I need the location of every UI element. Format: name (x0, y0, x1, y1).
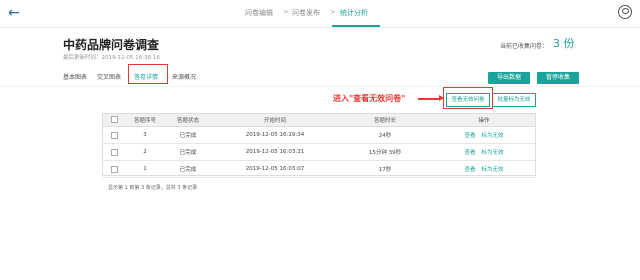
survey-title: 中药品牌问卷调查 (63, 38, 160, 52)
table-row: 2 已完成 2019-12-05 16:03:31 15分钟 39秒 查看 标为无… (102, 143, 536, 161)
col-header-duration: 答题时长 (338, 113, 432, 127)
annotation-arrow-icon (418, 95, 444, 101)
highlight-box-tab (128, 64, 168, 84)
table-header-row: 答题序号 答题状态 开始时间 答题时长 操作 (102, 113, 536, 127)
user-avatar-icon[interactable] (618, 5, 632, 19)
step-edit[interactable]: 问卷编辑 (245, 8, 273, 18)
col-header-actions: 操作 (432, 113, 536, 127)
step-analysis[interactable]: 统计分析 (340, 8, 368, 18)
table-row: 1 已完成 2019-12-05 16:03:07 17秒 查看 标为无效 (102, 160, 536, 178)
col-header-no: 答题序号 (126, 113, 164, 127)
step-separator: > (330, 8, 336, 16)
view-link[interactable]: 查看 (464, 167, 475, 173)
tab-cross-charts[interactable]: 交叉图表 (97, 72, 121, 81)
mark-invalid-link[interactable]: 标为无效 (482, 133, 504, 139)
top-nav-bar: ← 问卷编辑 > 问卷发布 > 统计分析 (0, 0, 640, 28)
tab-basic-charts[interactable]: 基本图表 (63, 72, 87, 81)
cell-duration: 24秒 (338, 126, 432, 144)
collected-label: 当前已收集问卷： (500, 43, 549, 50)
cell-start: 2019-12-05 16:19:34 (212, 126, 338, 144)
mark-invalid-link[interactable]: 标为无效 (482, 167, 504, 173)
cell-duration: 15分钟 39秒 (338, 143, 432, 161)
cell-no: 3 (126, 126, 164, 144)
select-all-checkbox[interactable] (110, 116, 118, 123)
pause-collection-button[interactable]: 暂停收集 (537, 72, 579, 84)
export-data-button[interactable]: 导出数据 (488, 72, 530, 84)
mark-invalid-link[interactable]: 标为无效 (482, 150, 504, 156)
view-link[interactable]: 查看 (464, 150, 475, 156)
active-step-indicator (332, 25, 380, 27)
col-header-start: 开始时间 (212, 113, 338, 127)
cell-no: 2 (126, 143, 164, 161)
back-arrow-icon[interactable]: ← (8, 5, 20, 21)
last-updated: 最后更新时间：2019-12-05 16:36:16 (63, 55, 160, 61)
survey-header: 中药品牌问卷调查 最后更新时间：2019-12-05 16:36:16 当前已收… (0, 28, 640, 86)
step-publish[interactable]: 问卷发布 (292, 8, 320, 18)
cell-status: 已完成 (164, 143, 212, 161)
collected-count: 3 份 (553, 37, 575, 50)
cell-no: 1 (126, 160, 164, 178)
row-checkbox[interactable] (110, 165, 118, 173)
cell-start: 2019-12-05 16:03:31 (212, 143, 338, 161)
row-checkbox[interactable] (110, 148, 118, 156)
responses-table: 答题序号 答题状态 开始时间 答题时长 操作 3 已完成 2019-12-05 … (102, 113, 536, 178)
row-checkbox[interactable] (110, 131, 118, 139)
cell-status: 已完成 (164, 126, 212, 144)
cell-start: 2019-12-05 16:03:07 (212, 160, 338, 178)
highlight-box-button (443, 87, 493, 109)
tab-source-overview[interactable]: 来源概况 (172, 72, 196, 81)
batch-mark-invalid-button[interactable]: 批量标为无效 (492, 93, 536, 107)
cell-duration: 17秒 (338, 160, 432, 178)
step-separator: > (283, 8, 289, 16)
cell-status: 已完成 (164, 160, 212, 178)
pagination-summary: 显示第 1 到第 3 条记录，总共 3 条记录 (108, 185, 198, 191)
view-link[interactable]: 查看 (464, 133, 475, 139)
table-row: 3 已完成 2019-12-05 16:19:34 24秒 查看 标为无效 (102, 126, 536, 144)
annotation-text: 进入"查看无效问卷" (333, 94, 406, 103)
col-header-status: 答题状态 (164, 113, 212, 127)
